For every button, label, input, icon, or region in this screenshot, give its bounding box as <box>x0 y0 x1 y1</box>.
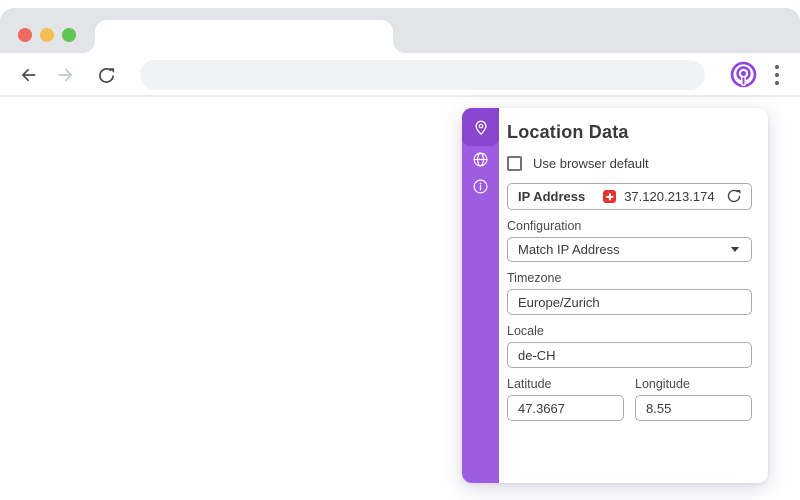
window-controls <box>18 28 76 42</box>
reload-icon <box>98 67 114 83</box>
page-content: Location Data Use browser default IP Add… <box>0 99 800 500</box>
configuration-label: Configuration <box>507 219 582 233</box>
ip-address-label: IP Address <box>518 189 586 204</box>
locale-label: Locale <box>507 324 544 338</box>
address-bar[interactable] <box>140 60 705 90</box>
reload-button[interactable] <box>93 62 119 88</box>
browser-menu-button[interactable] <box>769 62 785 88</box>
info-icon <box>473 179 488 194</box>
chevron-down-icon <box>731 247 739 252</box>
location-guard-logo-icon <box>730 61 756 88</box>
configuration-select[interactable]: Match IP Address <box>507 237 752 262</box>
extension-popup: Location Data Use browser default IP Add… <box>462 108 768 483</box>
switzerland-flag-icon <box>603 190 617 203</box>
timezone-input[interactable] <box>507 289 752 315</box>
forward-arrow-icon <box>58 68 72 82</box>
ip-address-value: 37.120.213.174 <box>624 189 715 204</box>
tab-strip <box>0 8 800 53</box>
longitude-input[interactable] <box>635 395 752 421</box>
longitude-label: Longitude <box>635 377 690 391</box>
browser-tab[interactable] <box>83 20 405 53</box>
browser-toolbar <box>0 53 800 97</box>
extension-icon[interactable] <box>729 61 757 89</box>
globe-icon <box>473 152 488 167</box>
refresh-ip-button[interactable] <box>725 188 743 206</box>
locale-input[interactable] <box>507 342 752 368</box>
popup-sidebar <box>462 108 499 483</box>
latitude-input[interactable] <box>507 395 624 421</box>
latitude-label: Latitude <box>507 377 552 391</box>
close-window-button[interactable] <box>18 28 32 42</box>
sidebar-item-network[interactable] <box>462 146 499 173</box>
sidebar-item-location[interactable] <box>462 108 499 146</box>
minimize-window-button[interactable] <box>40 28 54 42</box>
location-pin-icon <box>474 120 487 135</box>
refresh-icon <box>727 189 741 202</box>
back-arrow-icon <box>22 68 36 82</box>
maximize-window-button[interactable] <box>62 28 76 42</box>
sidebar-item-info[interactable] <box>462 173 499 200</box>
forward-button[interactable] <box>53 62 79 88</box>
ip-address-box: IP Address 37.120.213.174 <box>507 183 752 210</box>
browser-window: Location Data Use browser default IP Add… <box>0 0 800 500</box>
kebab-menu-icon <box>775 65 779 69</box>
configuration-value: Match IP Address <box>518 242 620 257</box>
use-browser-default-row: Use browser default <box>507 156 752 171</box>
coordinates-row: Latitude Longitude <box>507 368 752 421</box>
page-title: Location Data <box>507 122 629 142</box>
timezone-label: Timezone <box>507 271 562 285</box>
use-browser-default-label: Use browser default <box>533 156 649 171</box>
back-button[interactable] <box>15 62 41 88</box>
use-browser-default-checkbox[interactable] <box>507 156 522 171</box>
popup-content: Location Data Use browser default IP Add… <box>499 108 768 483</box>
